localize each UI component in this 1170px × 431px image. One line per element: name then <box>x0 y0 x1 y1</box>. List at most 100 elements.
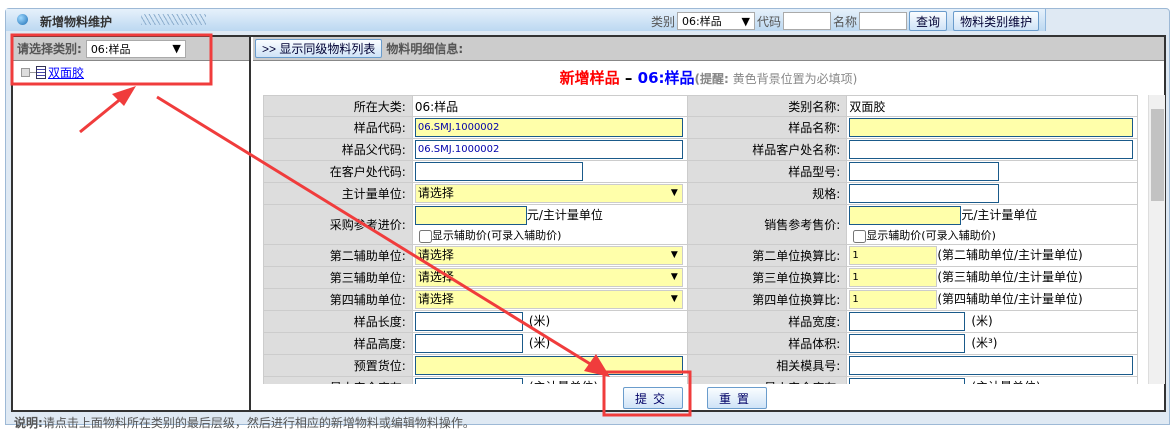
form-title-sep: – <box>619 69 638 87</box>
text-input[interactable] <box>414 378 523 384</box>
text-input[interactable] <box>849 184 1000 203</box>
field-label: 最大安全库存: <box>263 376 413 384</box>
form-scroll-area: 所在大类: 06:样品 类别名称: 双面胶 样品代码: 06.SMJ.1000002 样品名… <box>263 95 1148 384</box>
field-value-cell: 请选择 ▼ <box>411 288 689 311</box>
detail-header-label: 物料明细信息: <box>386 42 464 56</box>
field-label: 采购参考进价: <box>263 204 413 245</box>
category-label: 类别 <box>651 14 676 29</box>
field-label: 第二辅助单位: <box>263 244 413 267</box>
field-label: 样品宽度: <box>687 310 848 333</box>
field-label: 样品高度: <box>263 332 413 355</box>
field-value-cell: (米) <box>846 310 1138 333</box>
name-input[interactable] <box>859 12 908 30</box>
window: 新增物料维护 类别 06:样品 ▼ 代码 名称 查询 物料类别维护 请选择类别: … <box>5 8 1170 430</box>
window-title: 新增物料维护 <box>40 15 113 29</box>
field-label: 样品父代码: <box>263 138 413 161</box>
category-select-value: 06:样品 <box>682 15 722 28</box>
tree-node-icon[interactable] <box>21 68 30 77</box>
category-panel: 请选择类别: 06:样品 ▼ 双面胶 <box>13 37 251 410</box>
form-row: 采购参考进价: 元/主计量单位 显示辅助价(可录入辅助价) 销售参考售价: 元/主计量单… <box>263 204 1138 245</box>
text-input[interactable] <box>414 312 523 331</box>
text-input[interactable] <box>849 312 966 331</box>
field-label: 类别名称: <box>687 95 848 117</box>
text-input[interactable]: 1 <box>849 246 938 265</box>
vertical-scrollbar[interactable] <box>1148 95 1165 384</box>
text-input[interactable]: 06.SMJ.1000002 <box>414 118 683 137</box>
unit-label: 元/主计量单位 <box>961 208 1038 222</box>
chevron-down-icon: ▼ <box>670 272 678 282</box>
field-label: 样品名称: <box>687 116 848 139</box>
field-label: 规格: <box>687 182 848 205</box>
tree-item-link[interactable]: 双面胶 <box>48 64 84 81</box>
query-button[interactable]: 查询 <box>909 11 948 31</box>
hint-label: (提醒: <box>694 72 729 86</box>
select-value: 请选择 <box>417 270 454 284</box>
unit-label: 元/主计量单位 <box>526 208 603 222</box>
field-value-cell <box>846 182 1138 205</box>
text-input[interactable] <box>414 162 583 181</box>
category-tree-item[interactable]: 双面胶 <box>13 61 249 81</box>
field-value-cell <box>411 160 689 183</box>
left-category-select[interactable]: 06:样品 ▼ <box>85 39 186 58</box>
field-value-cell: 元/主计量单位显示辅助价(可录入辅助价) <box>411 204 689 245</box>
form-title-prefix: 新增样品 <box>559 69 620 87</box>
field-value-cell: (米) <box>411 310 689 333</box>
text-input[interactable]: 1 <box>849 290 938 309</box>
field-label: 第二单位换算比: <box>687 244 848 267</box>
unit-select[interactable]: 请选择 ▼ <box>414 290 683 309</box>
text-input[interactable] <box>849 356 1134 375</box>
scrollbar-thumb[interactable] <box>1151 109 1164 201</box>
category-select[interactable]: 06:样品 ▼ <box>677 12 756 30</box>
unit-select[interactable]: 请选择 ▼ <box>414 246 683 265</box>
submit-button[interactable]: 提交 <box>623 387 683 409</box>
detail-panel: >> 显示同级物料列表 物料明细信息: 新增样品 – 06:样品(提醒: 黄色背… <box>253 37 1165 410</box>
unit-label: (米) <box>528 314 551 328</box>
field-value-cell: 1 (第四辅助单位/主计量单位) <box>846 288 1138 311</box>
checkbox-label: 显示辅助价(可录入辅助价) <box>431 229 562 242</box>
show-aux-price-checkbox[interactable] <box>853 229 867 243</box>
hint-text: 黄色背景位置为必填项) <box>728 72 858 86</box>
text-input[interactable] <box>849 140 1134 159</box>
show-aux-price-checkbox[interactable] <box>418 229 432 243</box>
unit-select[interactable]: 请选择 ▼ <box>414 184 683 203</box>
code-input[interactable] <box>783 12 832 30</box>
text-input[interactable] <box>849 378 966 384</box>
field-value-cell <box>846 160 1138 183</box>
text-input[interactable] <box>414 206 527 225</box>
text-input[interactable] <box>414 356 683 375</box>
category-maintenance-button[interactable]: 物料类别维护 <box>953 11 1040 31</box>
field-value-cell: 元/主计量单位 显示辅助价(可录入辅助价) <box>846 204 1138 245</box>
text-input[interactable] <box>849 206 962 225</box>
field-value-cell: 请选择 ▼ <box>411 182 689 205</box>
text-input[interactable] <box>849 162 1000 181</box>
field-value-cell: 1 (第二辅助单位/主计量单位) <box>846 244 1138 267</box>
chevron-down-icon: ▼ <box>670 294 678 304</box>
text-input[interactable]: 06.SMJ.1000002 <box>414 140 683 159</box>
text-input[interactable] <box>849 334 966 353</box>
unit-select[interactable]: 请选择 ▼ <box>414 268 683 287</box>
code-label: 代码 <box>757 14 782 29</box>
unit-label: (第二辅助单位/主计量单位) <box>937 248 1083 262</box>
detail-header: >> 显示同级物料列表 物料明细信息: <box>253 37 1164 61</box>
field-value-cell: (主计量单位) <box>411 376 689 384</box>
form-row: 在客户处代码: 样品型号: <box>263 160 1138 183</box>
form-row: 第三辅助单位: 请选择 ▼ 第三单位换算比: 1 (第三辅助单位/主计量单位) <box>263 266 1138 289</box>
field-value-cell: 请选择 ▼ <box>411 266 689 289</box>
form-actions: 提交 重置 <box>623 387 767 409</box>
form-row: 预置货位: 相关模具号: <box>263 354 1138 377</box>
show-sibling-list-button[interactable]: >> 显示同级物料列表 <box>255 39 383 58</box>
unit-label: (主计量单位) <box>971 380 1040 384</box>
form-row: 第四辅助单位: 请选择 ▼ 第四单位换算比: 1 (第四辅助单位/主计量单位) <box>263 288 1138 311</box>
text-input[interactable] <box>414 334 523 353</box>
text-input[interactable] <box>849 118 1134 137</box>
field-label: 最小安全库存: <box>687 376 848 384</box>
field-value-cell: (米) <box>411 332 689 355</box>
reset-button[interactable]: 重置 <box>707 387 767 409</box>
field-label: 第三单位换算比: <box>687 266 848 289</box>
field-value-cell: (米³) <box>846 332 1138 355</box>
chevron-down-icon: ▼ <box>741 14 751 28</box>
text-input[interactable]: 1 <box>849 268 938 287</box>
field-value-cell <box>846 116 1138 139</box>
field-value-cell: 06.SMJ.1000002 <box>411 138 689 161</box>
chevron-down-icon: ▼ <box>670 250 678 260</box>
